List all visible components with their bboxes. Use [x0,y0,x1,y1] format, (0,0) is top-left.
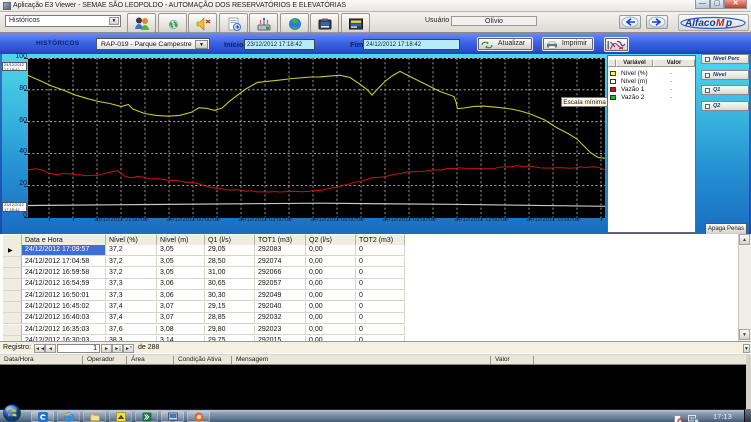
svg-text:Alfaco: Alfaco [684,18,716,29]
svg-text:M: M [716,18,725,29]
svg-text:p: p [725,18,732,29]
